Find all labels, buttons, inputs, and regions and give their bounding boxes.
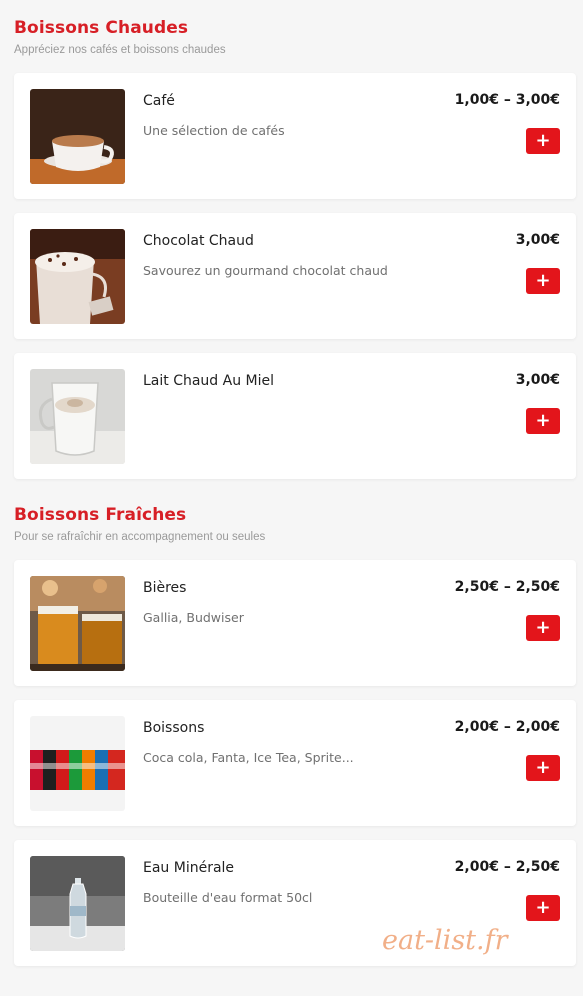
item-name: Bières bbox=[143, 580, 187, 596]
item-description: Coca cola, Fanta, Ice Tea, Sprite... bbox=[143, 750, 354, 765]
add-to-cart-button[interactable]: + bbox=[526, 408, 560, 434]
add-to-cart-button[interactable]: + bbox=[526, 128, 560, 154]
section-title: Boissons Chaudes bbox=[14, 18, 189, 38]
beer-glasses-image bbox=[30, 576, 125, 671]
menu-item-card[interactable]: Café Une sélection de cafés 1,00€ – 3,00… bbox=[14, 73, 576, 199]
section-subtitle: Appréciez nos cafés et boissons chaudes bbox=[14, 44, 226, 56]
add-to-cart-button[interactable]: + bbox=[526, 755, 560, 781]
item-price: 2,50€ – 2,50€ bbox=[454, 579, 560, 595]
hot-chocolate-image bbox=[30, 229, 125, 324]
item-price: 1,00€ – 3,00€ bbox=[454, 92, 560, 108]
menu-item-card[interactable]: Boissons Coca cola, Fanta, Ice Tea, Spri… bbox=[14, 700, 576, 826]
item-price: 3,00€ bbox=[515, 232, 560, 248]
item-price: 2,00€ – 2,00€ bbox=[454, 719, 560, 735]
water-bottle-image bbox=[30, 856, 125, 951]
item-description: Gallia, Budwiser bbox=[143, 610, 244, 625]
item-name: Boissons bbox=[143, 720, 205, 736]
item-name: Lait Chaud Au Miel bbox=[143, 373, 275, 389]
section-boissons-fraiches: Boissons Fraîches Pour se rafraîchir en … bbox=[0, 487, 583, 966]
add-to-cart-button[interactable]: + bbox=[526, 615, 560, 641]
watermark-text: eat-list.fr bbox=[382, 925, 508, 956]
coffee-cup-image bbox=[30, 89, 125, 184]
add-to-cart-button[interactable]: + bbox=[526, 895, 560, 921]
soda-cans-image bbox=[30, 716, 125, 811]
add-to-cart-button[interactable]: + bbox=[526, 268, 560, 294]
item-description: Savourez un gourmand chocolat chaud bbox=[143, 263, 388, 278]
item-name: Café bbox=[143, 93, 175, 109]
section-title: Boissons Fraîches bbox=[14, 505, 187, 525]
item-price: 3,00€ bbox=[515, 372, 560, 388]
menu-item-card[interactable]: Chocolat Chaud Savourez un gourmand choc… bbox=[14, 213, 576, 339]
section-subtitle: Pour se rafraîchir en accompagnement ou … bbox=[14, 531, 266, 543]
section-boissons-chaudes: Boissons Chaudes Appréciez nos cafés et … bbox=[0, 0, 583, 487]
item-name: Eau Minérale bbox=[143, 860, 235, 876]
honey-milk-image bbox=[30, 369, 125, 464]
item-name: Chocolat Chaud bbox=[143, 233, 254, 249]
item-description: Une sélection de cafés bbox=[143, 123, 285, 138]
item-description: Bouteille d'eau format 50cl bbox=[143, 890, 313, 905]
item-price: 2,00€ – 2,50€ bbox=[454, 859, 560, 875]
menu-item-card[interactable]: Lait Chaud Au Miel 3,00€ + bbox=[14, 353, 576, 479]
menu-item-card[interactable]: Bières Gallia, Budwiser 2,50€ – 2,50€ + bbox=[14, 560, 576, 686]
